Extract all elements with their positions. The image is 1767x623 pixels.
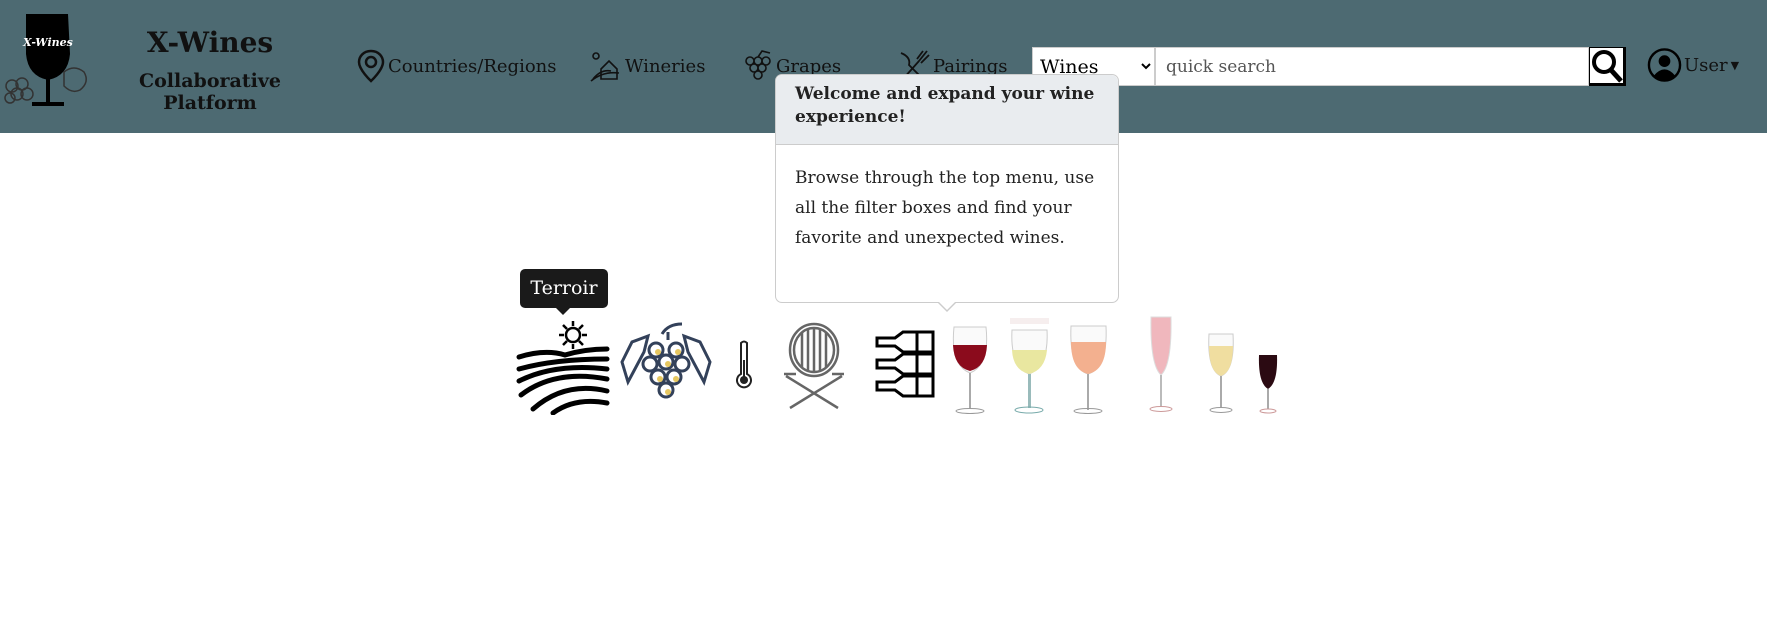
barrel-icon[interactable] [780,322,848,410]
red-wine-glass-icon[interactable] [950,325,990,415]
nav-wineries[interactable]: Wineries [589,49,705,83]
user-label: User [1684,54,1728,76]
brand-subtitle: Collaborative Platform [139,70,281,114]
map-pin-icon [357,49,385,83]
search-icon [1592,50,1623,83]
sparkling-wine-glass-icon[interactable] [1146,315,1176,415]
caret-down-icon: ▼ [1730,58,1740,72]
winery-icon [590,52,620,82]
terroir-icon[interactable] [515,319,611,415]
user-menu[interactable]: User ▼ [1647,47,1739,83]
white-wine-glass-icon[interactable] [1009,318,1050,415]
nav-label: Countries/Regions [388,55,557,77]
user-circle-icon [1647,48,1682,82]
search-button[interactable] [1589,47,1626,86]
popover-arrow-inner [938,301,956,310]
popover-body: Browse through the top menu, use all the… [795,168,1095,248]
dessert-wine-glass-icon[interactable] [1206,332,1236,415]
logo[interactable]: X-Wines [2,14,94,114]
grapes-icon [745,50,771,80]
thermometer-icon[interactable] [735,340,753,390]
welcome-popover: Welcome and expand your wine experience!… [775,74,1119,303]
nav-label: Wineries [625,55,706,77]
rose-wine-glass-icon[interactable] [1068,324,1109,415]
terroir-tooltip: Terroir [520,269,608,308]
tooltip-arrow [556,308,570,315]
popover-title: Welcome and expand your wine experience! [776,75,1118,145]
svg-text:X-Wines: X-Wines [22,36,73,49]
wine-rack-icon[interactable] [873,330,935,398]
quick-search-input[interactable] [1155,47,1589,86]
fortified-wine-glass-icon[interactable] [1257,353,1279,415]
nav-countries-regions[interactable]: Countries/Regions [356,49,557,83]
grape-icon[interactable] [618,322,715,402]
brand-title: X-Wines [146,26,274,59]
